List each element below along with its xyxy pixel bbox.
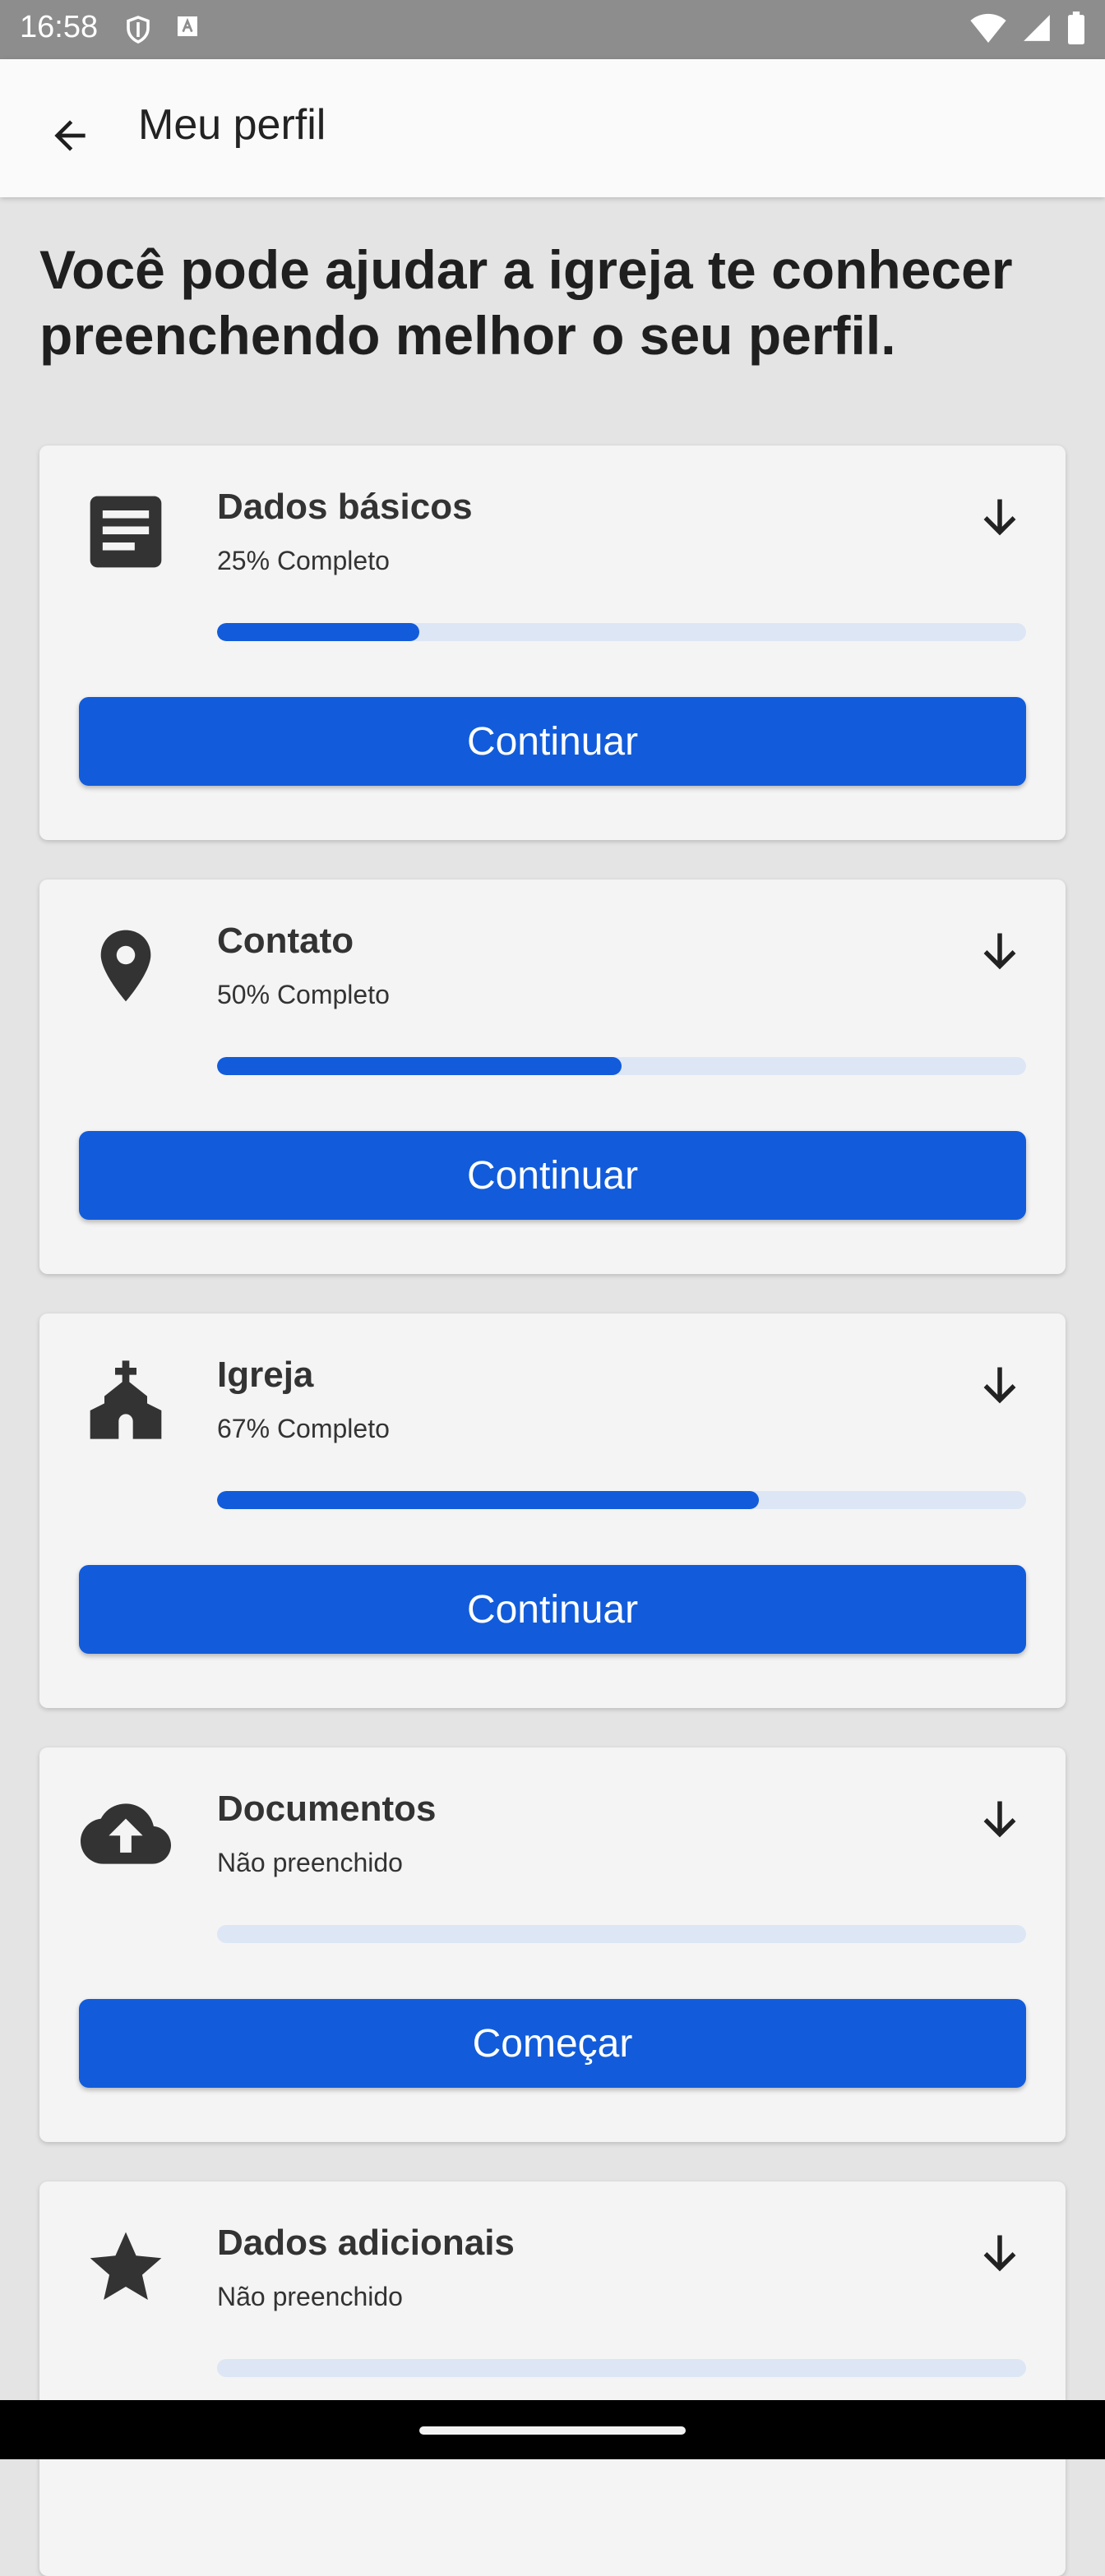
card-title: Dados adicionais bbox=[217, 2223, 515, 2263]
expand-button[interactable] bbox=[967, 1355, 1033, 1420]
profile-section-card-church: Igreja 67% Completo Continuar bbox=[39, 1313, 1066, 1708]
church-icon bbox=[81, 1355, 171, 1445]
card-progress-text: 25% Completo bbox=[217, 546, 390, 575]
card-progress-text: 50% Completo bbox=[217, 980, 390, 1009]
card-title: Documentos bbox=[217, 1789, 437, 1829]
profile-section-card-basic-data: Dados básicos 25% Completo Continuar bbox=[39, 445, 1066, 840]
star-icon bbox=[81, 2223, 171, 2313]
progress-bar bbox=[217, 1057, 1026, 1075]
card-title: Igreja bbox=[217, 1355, 314, 1395]
status-bar: 16:58 bbox=[0, 0, 1105, 59]
arrow-down-icon bbox=[975, 1795, 1024, 1849]
progress-bar bbox=[217, 1491, 1026, 1509]
expand-button[interactable] bbox=[967, 1789, 1033, 1854]
card-progress-text: Não preenchido bbox=[217, 1848, 403, 1877]
arrow-down-icon bbox=[975, 1361, 1024, 1415]
keyboard-notification-icon bbox=[174, 13, 201, 50]
home-gesture-handle[interactable] bbox=[419, 2426, 686, 2435]
progress-bar bbox=[217, 2359, 1026, 2377]
start-button[interactable]: Começar bbox=[79, 1999, 1026, 2088]
arrow-back-icon bbox=[47, 113, 93, 163]
back-button[interactable] bbox=[33, 100, 107, 174]
continue-button[interactable]: Continuar bbox=[79, 697, 1026, 786]
expand-button[interactable] bbox=[967, 2223, 1033, 2288]
card-progress-text: 67% Completo bbox=[217, 1414, 390, 1443]
card-title: Contato bbox=[217, 921, 354, 961]
progress-bar bbox=[217, 623, 1026, 641]
card-progress-text: Não preenchido bbox=[217, 2282, 403, 2311]
document-lines-icon bbox=[81, 487, 171, 577]
status-time: 16:58 bbox=[20, 10, 99, 44]
progress-bar bbox=[217, 1925, 1026, 1943]
profile-section-card-documents: Documentos Não preenchido Começar bbox=[39, 1747, 1066, 2142]
profile-section-card-additional-data: Dados adicionais Não preenchido bbox=[39, 2181, 1066, 2576]
progress-fill bbox=[217, 1057, 622, 1075]
page-title: Meu perfil bbox=[138, 101, 326, 149]
arrow-down-icon bbox=[975, 493, 1024, 547]
location-pin-icon bbox=[81, 921, 171, 1011]
card-title: Dados básicos bbox=[217, 487, 473, 527]
continue-button[interactable]: Continuar bbox=[79, 1131, 1026, 1220]
app-bar: Meu perfil bbox=[0, 59, 1105, 197]
shield-icon bbox=[123, 13, 153, 50]
continue-button[interactable]: Continuar bbox=[79, 1565, 1026, 1654]
system-navigation-bar bbox=[0, 2400, 1105, 2459]
progress-fill bbox=[217, 1491, 760, 1509]
battery-icon bbox=[1067, 12, 1085, 48]
cloud-upload-icon bbox=[81, 1789, 171, 1879]
wifi-icon bbox=[970, 13, 1006, 47]
profile-section-card-contact: Contato 50% Completo Continuar bbox=[39, 879, 1066, 1274]
expand-button[interactable] bbox=[967, 487, 1033, 552]
expand-button[interactable] bbox=[967, 921, 1033, 986]
arrow-down-icon bbox=[975, 927, 1024, 981]
cellular-signal-icon bbox=[1021, 12, 1052, 48]
profile-headline: Você pode ajudar a igreja te conhecer pr… bbox=[39, 239, 1013, 366]
arrow-down-icon bbox=[975, 2229, 1024, 2283]
progress-fill bbox=[217, 623, 419, 641]
